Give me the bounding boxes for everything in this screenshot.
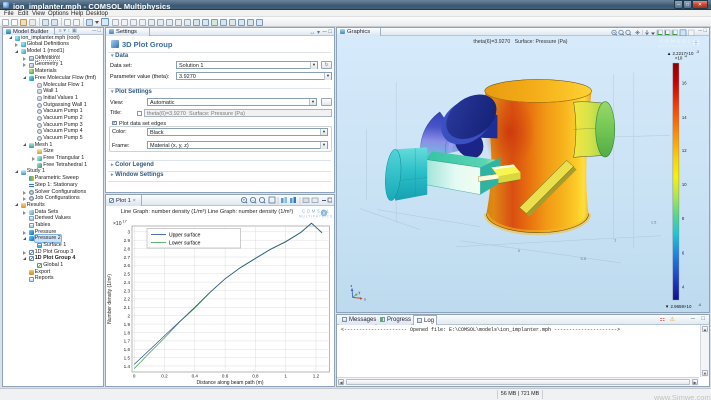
svg-text:0.2: 0.2 [161,374,168,379]
svg-text:Line Graph: number density (1/: Line Graph: number density (1/m³) Line G… [121,209,294,215]
svg-text:1.4: 1.4 [124,364,131,369]
svg-text:16: 16 [682,81,687,86]
svg-text:×10: ×10 [675,56,683,61]
svg-text:Number density (1/m³): Number density (1/m³) [107,274,113,324]
svg-text:10: 10 [682,182,687,187]
svg-text:1: 1 [284,374,287,379]
svg-text:theta(6)=3.9270 Surface: Pre: theta(6)=3.9270 Surface: Pressure (Pa) [473,39,567,45]
svg-text:1.8: 1.8 [124,330,131,335]
svg-text:2.7: 2.7 [124,255,131,260]
svg-text:2.8: 2.8 [124,246,131,251]
svg-text:x: x [364,297,366,301]
svg-text:0.6: 0.6 [222,374,229,379]
svg-text:M U L T I P H Y S I C S: M U L T I P H Y S I C S [658,45,691,49]
svg-text:+: + [243,197,246,202]
svg-text:3: 3 [127,230,130,235]
svg-text:2: 2 [127,314,130,319]
svg-text:2.2: 2.2 [124,297,131,302]
svg-text:2.9: 2.9 [124,238,131,243]
svg-text:0.8: 0.8 [252,374,259,379]
svg-text:1.7: 1.7 [124,339,131,344]
svg-text:1.5: 1.5 [651,220,657,225]
svg-text:2.5: 2.5 [124,272,131,277]
svg-text:Upper surface: Upper surface [169,233,201,239]
svg-text:▼ 2.9659×10: ▼ 2.9659×10 [665,304,692,309]
svg-text:×10: ×10 [113,221,122,227]
svg-text:2.4: 2.4 [124,280,131,285]
svg-text:-: - [252,197,254,202]
svg-text:1.9: 1.9 [124,322,131,327]
svg-text:0.4: 0.4 [192,374,199,379]
svg-text:0: 0 [133,374,136,379]
svg-text:-4: -4 [684,55,687,59]
svg-text:1.6: 1.6 [124,347,131,352]
svg-text:1.5: 1.5 [124,356,131,361]
svg-text:-4: -4 [698,303,701,307]
svg-text:0.5: 0.5 [581,256,587,261]
svg-text:C O M S O L: C O M S O L [660,39,691,44]
svg-text:14: 14 [682,115,687,120]
svg-text:2.1: 2.1 [124,305,131,310]
svg-text:2.6: 2.6 [124,263,131,268]
svg-text:y: y [359,290,361,294]
svg-text:12: 12 [682,148,687,153]
svg-text:1.2: 1.2 [313,374,320,379]
svg-text:M U L T I P H Y S I C S: M U L T I P H Y S I C S [299,215,332,219]
svg-text:Distance along beam path (m): Distance along beam path (m) [197,380,264,386]
svg-text:17: 17 [123,220,127,224]
svg-text:2.3: 2.3 [124,288,131,293]
svg-text:Lower surface: Lower surface [169,241,201,247]
svg-text:z: z [351,284,353,288]
svg-text:-3: -3 [696,50,699,54]
